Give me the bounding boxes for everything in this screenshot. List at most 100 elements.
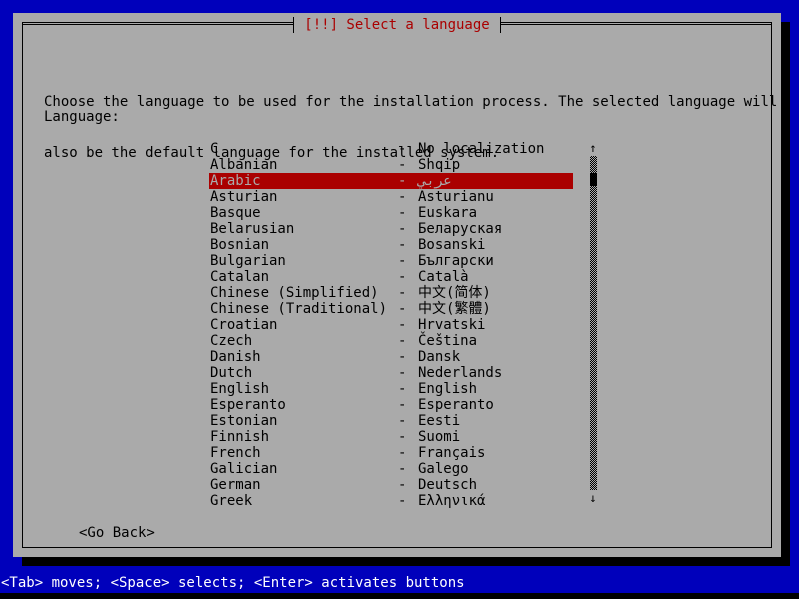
language-separator: - — [398, 253, 407, 269]
language-native-name: Shqip — [418, 157, 461, 173]
language-english-name: Albanian — [210, 157, 278, 173]
language-english-name: Danish — [210, 349, 261, 365]
go-back-button[interactable]: <Go Back> — [79, 525, 155, 541]
language-english-name: Bulgarian — [210, 253, 286, 269]
language-list-item[interactable]: French - Français — [209, 445, 573, 461]
language-native-name: Eesti — [418, 413, 461, 429]
language-native-name: Euskara — [418, 205, 478, 221]
language-english-name: Chinese (Traditional) — [210, 301, 388, 317]
status-bar: <Tab> moves; <Space> selects; <Enter> ac… — [0, 574, 799, 593]
language-english-name: Arabic — [210, 173, 261, 189]
language-separator: - — [398, 173, 407, 189]
language-list-item[interactable]: Albanian - Shqip — [209, 157, 573, 173]
language-list-item[interactable]: Dutch - Nederlands — [209, 365, 573, 381]
language-separator: - — [398, 221, 407, 237]
language-native-name: عربي — [418, 173, 452, 189]
language-english-name: Catalan — [210, 269, 270, 285]
language-separator: - — [398, 445, 407, 461]
language-native-name: Čeština — [418, 333, 478, 349]
language-native-name: Ελληνικά — [418, 493, 486, 509]
language-list-item[interactable]: Basque - Euskara — [209, 205, 573, 221]
window-titlebar: [!!] Select a language — [22, 15, 773, 35]
language-separator: - — [398, 477, 407, 493]
titlebar-rule-right — [499, 15, 773, 35]
scrollbar-track[interactable] — [590, 156, 597, 490]
language-english-name: Dutch — [210, 365, 253, 381]
language-list[interactable]: C - No localization Albanian - Shqip Arabic - عر… — [209, 141, 573, 509]
language-separator: - — [398, 397, 407, 413]
language-list-item[interactable]: Bosnian - Bosanski — [209, 237, 573, 253]
language-separator: - — [398, 365, 407, 381]
language-list-item[interactable]: German - Deutsch — [209, 477, 573, 493]
language-native-name: Dansk — [418, 349, 461, 365]
language-native-name: Galego — [418, 461, 469, 477]
language-separator: - — [398, 189, 407, 205]
language-english-name: Basque — [210, 205, 261, 221]
language-separator: - — [398, 317, 407, 333]
screen-bottom-strip — [0, 593, 799, 599]
language-separator: - — [398, 205, 407, 221]
language-list-item[interactable]: Catalan - Català — [209, 269, 573, 285]
language-list-item[interactable]: Galician - Galego — [209, 461, 573, 477]
language-separator: - — [398, 493, 407, 509]
language-english-name: French — [210, 445, 261, 461]
language-separator: - — [398, 413, 407, 429]
language-native-name: Català — [418, 269, 469, 285]
language-english-name: Bosnian — [210, 237, 270, 253]
language-english-name: Czech — [210, 333, 253, 349]
language-english-name: Galician — [210, 461, 278, 477]
language-english-name: Estonian — [210, 413, 278, 429]
language-english-name: Croatian — [210, 317, 278, 333]
language-separator: - — [398, 381, 407, 397]
language-separator: - — [398, 141, 407, 157]
language-native-name: Nederlands — [418, 365, 503, 381]
language-english-name: German — [210, 477, 261, 493]
language-list-scrollbar[interactable]: ↑ ↓ — [587, 141, 599, 505]
language-native-name: English — [418, 381, 478, 397]
language-separator: - — [398, 349, 407, 365]
language-list-item[interactable]: Estonian - Eesti — [209, 413, 573, 429]
language-list-item[interactable]: Asturian - Asturianu — [209, 189, 573, 205]
language-native-name: Asturianu — [418, 189, 494, 205]
language-english-name: Greek — [210, 493, 253, 509]
language-list-item[interactable]: English - English — [209, 381, 573, 397]
language-list-item[interactable]: Bulgarian - Български — [209, 253, 573, 269]
language-list-item[interactable]: Esperanto - Esperanto — [209, 397, 573, 413]
language-list-item[interactable]: Chinese (Simplified) - 中文(简体) — [209, 285, 573, 301]
language-list-item[interactable]: Finnish - Suomi — [209, 429, 573, 445]
language-separator: - — [398, 237, 407, 253]
language-separator: - — [398, 301, 407, 317]
language-native-name: 中文(繁體) — [418, 301, 491, 317]
language-english-name: Finnish — [210, 429, 270, 445]
language-english-name: Asturian — [210, 189, 278, 205]
scrollbar-thumb[interactable] — [590, 173, 597, 186]
language-english-name: C — [210, 141, 219, 157]
language-list-item[interactable]: Arabic - عربي — [209, 173, 573, 189]
scroll-up-arrow-icon[interactable]: ↑ — [587, 141, 599, 155]
language-native-name: Беларуская — [418, 221, 503, 237]
language-list-label: Language: — [44, 109, 120, 125]
language-list-item[interactable]: Croatian - Hrvatski — [209, 317, 573, 333]
language-list-item[interactable]: Chinese (Traditional) - 中文(繁體) — [209, 301, 573, 317]
titlebar-rule-left — [22, 15, 295, 35]
installer-screen: [!!] Select a language Choose the langua… — [0, 0, 799, 599]
language-native-name: Français — [418, 445, 486, 461]
language-list-item[interactable]: Belarusian - Беларуская — [209, 221, 573, 237]
language-list-item[interactable]: C - No localization — [209, 141, 573, 157]
language-native-name: 中文(简体) — [418, 285, 491, 301]
language-english-name: Esperanto — [210, 397, 286, 413]
installer-window: [!!] Select a language Choose the langua… — [13, 13, 781, 557]
language-separator: - — [398, 269, 407, 285]
language-separator: - — [398, 333, 407, 349]
language-list-item[interactable]: Czech - Čeština — [209, 333, 573, 349]
language-list-item[interactable]: Greek - Ελληνικά — [209, 493, 573, 509]
scroll-down-arrow-icon[interactable]: ↓ — [587, 491, 599, 505]
language-list-item[interactable]: Danish - Dansk — [209, 349, 573, 365]
language-native-name: Suomi — [418, 429, 461, 445]
language-english-name: Belarusian — [210, 221, 295, 237]
language-native-name: Deutsch — [418, 477, 478, 493]
language-native-name: Bosanski — [418, 237, 486, 253]
language-separator: - — [398, 461, 407, 477]
language-native-name: Hrvatski — [418, 317, 486, 333]
language-separator: - — [398, 157, 407, 173]
